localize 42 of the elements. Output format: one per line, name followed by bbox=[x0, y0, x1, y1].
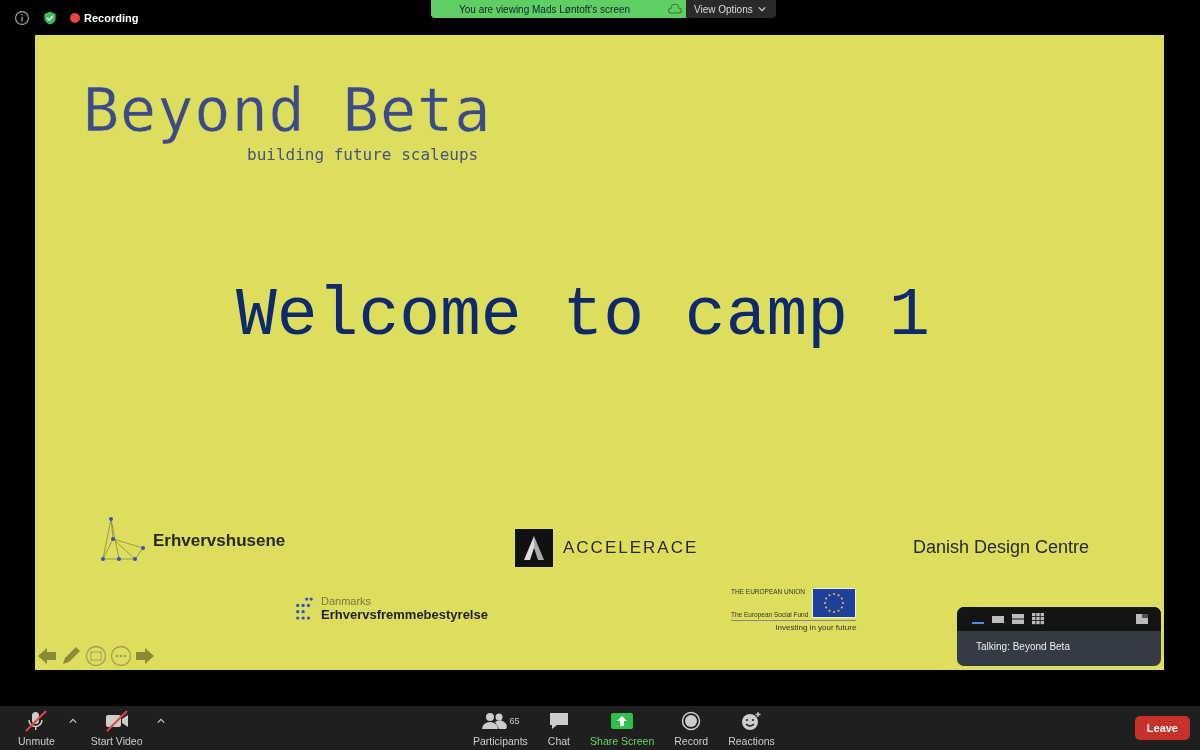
logo-text: Danmarks bbox=[321, 595, 373, 607]
layout-split-icon[interactable] bbox=[1011, 613, 1025, 625]
logo-text: Erhvervshusene bbox=[153, 531, 286, 551]
logo-text: Danish Design Centre bbox=[913, 537, 1090, 558]
people-icon bbox=[481, 710, 508, 731]
talking-label: Talking: Beyond Beta bbox=[975, 640, 1071, 652]
layout-grid-icon[interactable] bbox=[1031, 613, 1045, 625]
pencil-icon[interactable] bbox=[60, 645, 82, 667]
slide-title: Beyond Beta bbox=[83, 75, 492, 145]
logo-text: ACCELERACE bbox=[563, 538, 699, 558]
participants-button[interactable]: 65 Participants bbox=[465, 709, 536, 747]
caret-icon bbox=[757, 6, 766, 12]
logo-text: Erhvervsfremmebestyrelse bbox=[321, 607, 488, 622]
flag-icon bbox=[812, 588, 857, 618]
recording-label: Recording bbox=[84, 11, 139, 24]
smiley-icon bbox=[740, 710, 763, 731]
view-options-button[interactable]: View Options bbox=[686, 0, 776, 18]
share-button[interactable]: Share Screen bbox=[582, 709, 663, 747]
dots-icon bbox=[295, 596, 313, 621]
triangle-logo-icon bbox=[515, 529, 553, 567]
minimize-icon[interactable] bbox=[1135, 613, 1149, 625]
logo-text: Investing in your future bbox=[775, 623, 857, 632]
mic-button[interactable]: Unmute bbox=[10, 709, 63, 747]
chat-icon bbox=[547, 710, 570, 731]
slide-heading: Welcome to camp 1 bbox=[236, 277, 930, 354]
reactions-button[interactable]: Reactions bbox=[720, 709, 783, 747]
video-button[interactable]: Start Video bbox=[82, 709, 151, 747]
info-icon[interactable] bbox=[14, 9, 30, 26]
caret-icon[interactable] bbox=[156, 717, 165, 724]
share-banner: You are viewing Mads Løntoft's screen bbox=[431, 0, 686, 18]
chat-button[interactable]: Chat bbox=[539, 709, 579, 747]
slide-tagline: building future scaleups bbox=[247, 145, 479, 164]
record-button[interactable]: Record bbox=[666, 709, 717, 747]
caret-icon[interactable] bbox=[68, 717, 77, 724]
record-icon bbox=[681, 710, 702, 731]
share-screen-icon bbox=[610, 710, 635, 731]
leave-button[interactable]: Leave bbox=[1134, 716, 1190, 740]
arrow-right-icon[interactable] bbox=[135, 646, 155, 666]
arrow-left-icon[interactable] bbox=[37, 646, 57, 666]
shield-icon[interactable] bbox=[42, 9, 58, 26]
record-dot-icon bbox=[70, 12, 80, 23]
layout-single-icon[interactable] bbox=[991, 613, 1005, 625]
